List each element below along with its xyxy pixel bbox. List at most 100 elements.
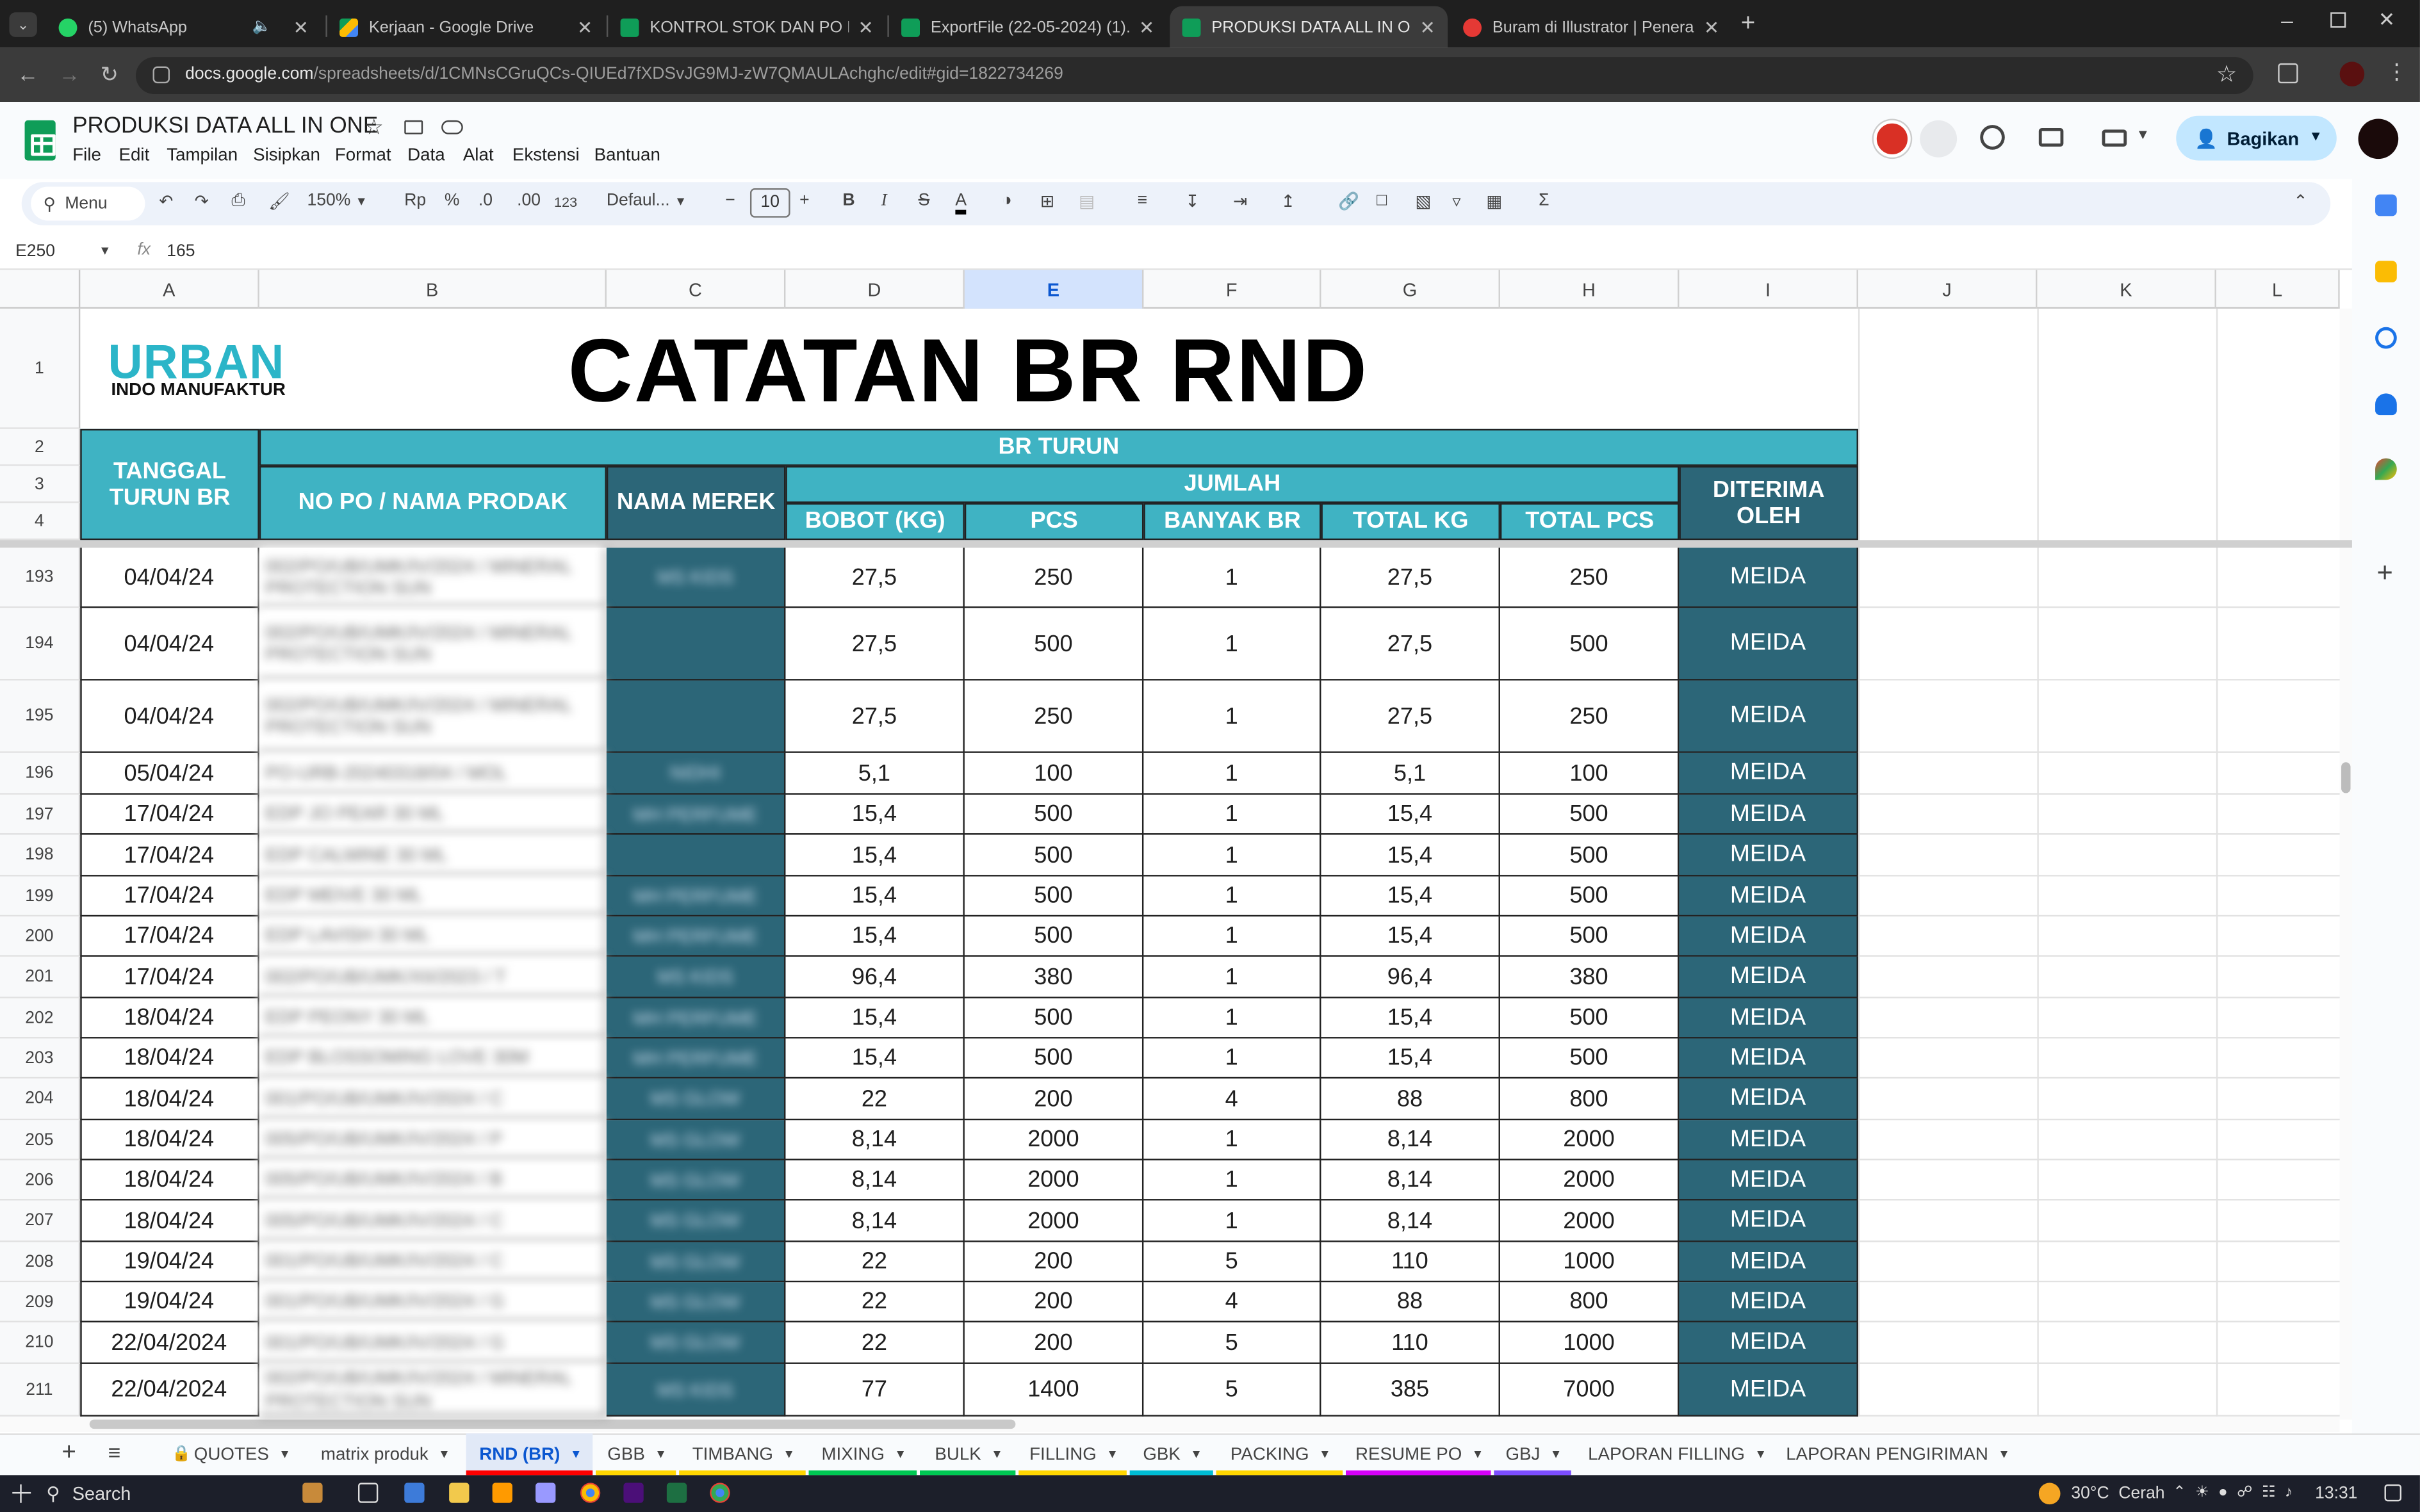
vertical-scrollbar[interactable] — [2339, 308, 2352, 1420]
cell-pcs[interactable]: 200 — [964, 1078, 1144, 1121]
cell-total-kg[interactable]: 96,4 — [1321, 956, 1500, 998]
account-avatar[interactable] — [2358, 118, 2399, 159]
cell-nama-merek[interactable]: MS GLOW — [606, 1160, 786, 1201]
cell-total-kg[interactable]: 5,1 — [1321, 752, 1500, 795]
cell-tanggal[interactable]: 19/04/24 — [80, 1282, 259, 1322]
chevron-down-icon[interactable]: ▾ — [993, 1446, 1001, 1463]
file-explorer-icon[interactable] — [449, 1483, 470, 1503]
collaborator-icon[interactable] — [1920, 120, 1958, 158]
cell-tanggal[interactable]: 18/04/24 — [80, 1120, 259, 1160]
cell-total-kg[interactable]: 110 — [1321, 1322, 1500, 1364]
contacts-icon[interactable] — [2375, 393, 2397, 416]
cell-bobot[interactable]: 22 — [785, 1322, 965, 1364]
share-dropdown-icon[interactable]: ▼ — [2309, 128, 2322, 143]
cell-bobot[interactable]: 8,14 — [785, 1160, 965, 1201]
cell-total-pcs[interactable]: 500 — [1500, 1038, 1680, 1079]
cell-pcs[interactable]: 380 — [964, 956, 1144, 998]
cell-nama-merek[interactable]: MS GLOW — [606, 1200, 786, 1242]
currency-button[interactable]: Rp — [404, 191, 426, 210]
cell-pcs[interactable]: 250 — [964, 680, 1144, 753]
cell-tanggal[interactable]: 05/04/24 — [80, 752, 259, 795]
chevron-down-icon[interactable]: ▾ — [573, 1446, 580, 1463]
cell-tanggal[interactable]: 22/04/2024 — [80, 1322, 259, 1364]
browser-tab-whatsapp[interactable]: (5) WhatsApp 🔈 ✕ — [46, 6, 321, 48]
cell-total-kg[interactable]: 8,14 — [1321, 1200, 1500, 1242]
fill-color-icon[interactable]: ◑ — [1002, 191, 1012, 210]
cell-total-kg[interactable]: 385 — [1321, 1363, 1500, 1417]
cell-no-po[interactable]: EDP JO PEAR 30 ML — [259, 794, 607, 835]
mute-icon[interactable]: 🔈 — [252, 19, 272, 36]
cell-nama-merek[interactable]: MH PERFUME — [606, 794, 786, 835]
cell-nama-merek[interactable]: MH PERFUME — [606, 998, 786, 1039]
cell-total-pcs[interactable]: 500 — [1500, 876, 1680, 917]
add-sheet-button[interactable]: + — [61, 1440, 76, 1467]
row-header[interactable]: 209 — [0, 1282, 81, 1322]
cell-bobot[interactable]: 27,5 — [785, 680, 965, 753]
menu-data[interactable]: Data — [407, 147, 445, 165]
cell-banyak-br[interactable]: 1 — [1143, 1038, 1321, 1079]
tab-search-button[interactable]: ⌄ — [9, 12, 37, 37]
cell-banyak-br[interactable]: 1 — [1143, 548, 1321, 608]
insert-chart-icon[interactable]: ▧ — [1415, 191, 1431, 211]
row-header[interactable]: 1 — [0, 308, 81, 429]
chevron-down-icon[interactable]: ▾ — [1193, 1446, 1200, 1463]
column-header-h[interactable]: H — [1500, 270, 1680, 309]
zoom-select[interactable]: 150% ▼ — [307, 191, 367, 210]
cell-bobot[interactable]: 15,4 — [785, 794, 965, 835]
sheet-tab-timbang[interactable]: TIMBANG ▾ — [679, 1433, 806, 1475]
functions-button[interactable]: Σ — [1539, 191, 1549, 210]
cell-pcs[interactable]: 500 — [964, 876, 1144, 917]
column-header-j[interactable]: J — [1858, 270, 2038, 309]
cell-total-kg[interactable]: 110 — [1321, 1242, 1500, 1283]
percent-button[interactable]: % — [445, 191, 460, 210]
close-window-button[interactable]: ✕ — [2378, 8, 2395, 33]
cell-nama-merek[interactable] — [606, 680, 786, 753]
cell-total-kg[interactable]: 27,5 — [1321, 548, 1500, 608]
cell-tanggal[interactable]: 04/04/24 — [80, 608, 259, 681]
menu-sisipkan[interactable]: Sisipkan — [253, 147, 320, 165]
column-header-a[interactable]: A — [80, 270, 259, 309]
row-header[interactable]: 204 — [0, 1078, 81, 1121]
minimize-button[interactable]: – — [2281, 8, 2293, 33]
cell-no-po[interactable]: EDP BLOSSOMING LOVE 30M — [259, 1038, 607, 1079]
cell-no-po[interactable]: 002/PO/UB/UMK/IV/2024 / MINERAL PROTECTI… — [259, 1363, 607, 1417]
name-box[interactable]: E250 — [15, 242, 111, 261]
task-view-icon[interactable] — [357, 1483, 379, 1503]
cell-total-kg[interactable]: 27,5 — [1321, 680, 1500, 753]
column-header-g[interactable]: G — [1321, 270, 1500, 309]
row-header[interactable]: 194 — [0, 608, 81, 681]
row-header[interactable]: 205 — [0, 1120, 81, 1160]
font-size-decrease-icon[interactable]: − — [725, 191, 735, 210]
cell-total-kg[interactable]: 15,4 — [1321, 834, 1500, 877]
column-header-d[interactable]: D — [785, 270, 965, 309]
star-icon[interactable]: ☆ — [364, 114, 384, 140]
font-size-input[interactable]: 10 — [749, 188, 790, 218]
reload-icon[interactable]: ↻ — [101, 61, 119, 88]
cell-nama-merek[interactable]: MS GLOW — [606, 1120, 786, 1160]
sheets-logo-icon[interactable] — [24, 120, 56, 161]
browser-tab-produksi[interactable]: PRODUKSI DATA ALL IN ONE - ✕ — [1170, 6, 1448, 48]
undo-icon[interactable]: ↶ — [159, 191, 173, 211]
excel-icon[interactable] — [666, 1483, 687, 1503]
cell-nama-merek[interactable]: MS GLOW — [606, 1078, 786, 1121]
cell-nama-merek[interactable]: MS GLOW — [606, 1242, 786, 1283]
notification-icon[interactable] — [2384, 1484, 2402, 1502]
chevron-down-icon[interactable]: ▾ — [1475, 1446, 1482, 1463]
cell-nama-merek[interactable] — [606, 834, 786, 877]
row-header[interactable]: 210 — [0, 1322, 81, 1364]
profile-avatar[interactable] — [2339, 61, 2365, 86]
number-format-button[interactable]: 123 — [554, 195, 577, 210]
cell-diterima-oleh[interactable]: MEIDA — [1679, 1200, 1858, 1242]
cell-bobot[interactable]: 5,1 — [785, 752, 965, 795]
cell-diterima-oleh[interactable]: MEIDA — [1679, 1160, 1858, 1201]
sheet-tab-gbb[interactable]: GBB ▾ — [596, 1433, 676, 1475]
chevron-down-icon[interactable]: ▾ — [1757, 1446, 1764, 1463]
cell-bobot[interactable]: 27,5 — [785, 548, 965, 608]
cell-tanggal[interactable]: 19/04/24 — [80, 1242, 259, 1283]
cell-diterima-oleh[interactable]: MEIDA — [1679, 834, 1858, 877]
row-header[interactable]: 2 — [0, 428, 81, 466]
browser-tab-drive[interactable]: Kerjaan - Google Drive ✕ — [327, 6, 605, 48]
vertical-scroll-thumb[interactable] — [2341, 762, 2351, 793]
cell-no-po[interactable]: 005/PO/UB/UMK/IV/2024 / C — [259, 1200, 607, 1242]
chevron-down-icon[interactable]: ▾ — [1321, 1446, 1329, 1463]
